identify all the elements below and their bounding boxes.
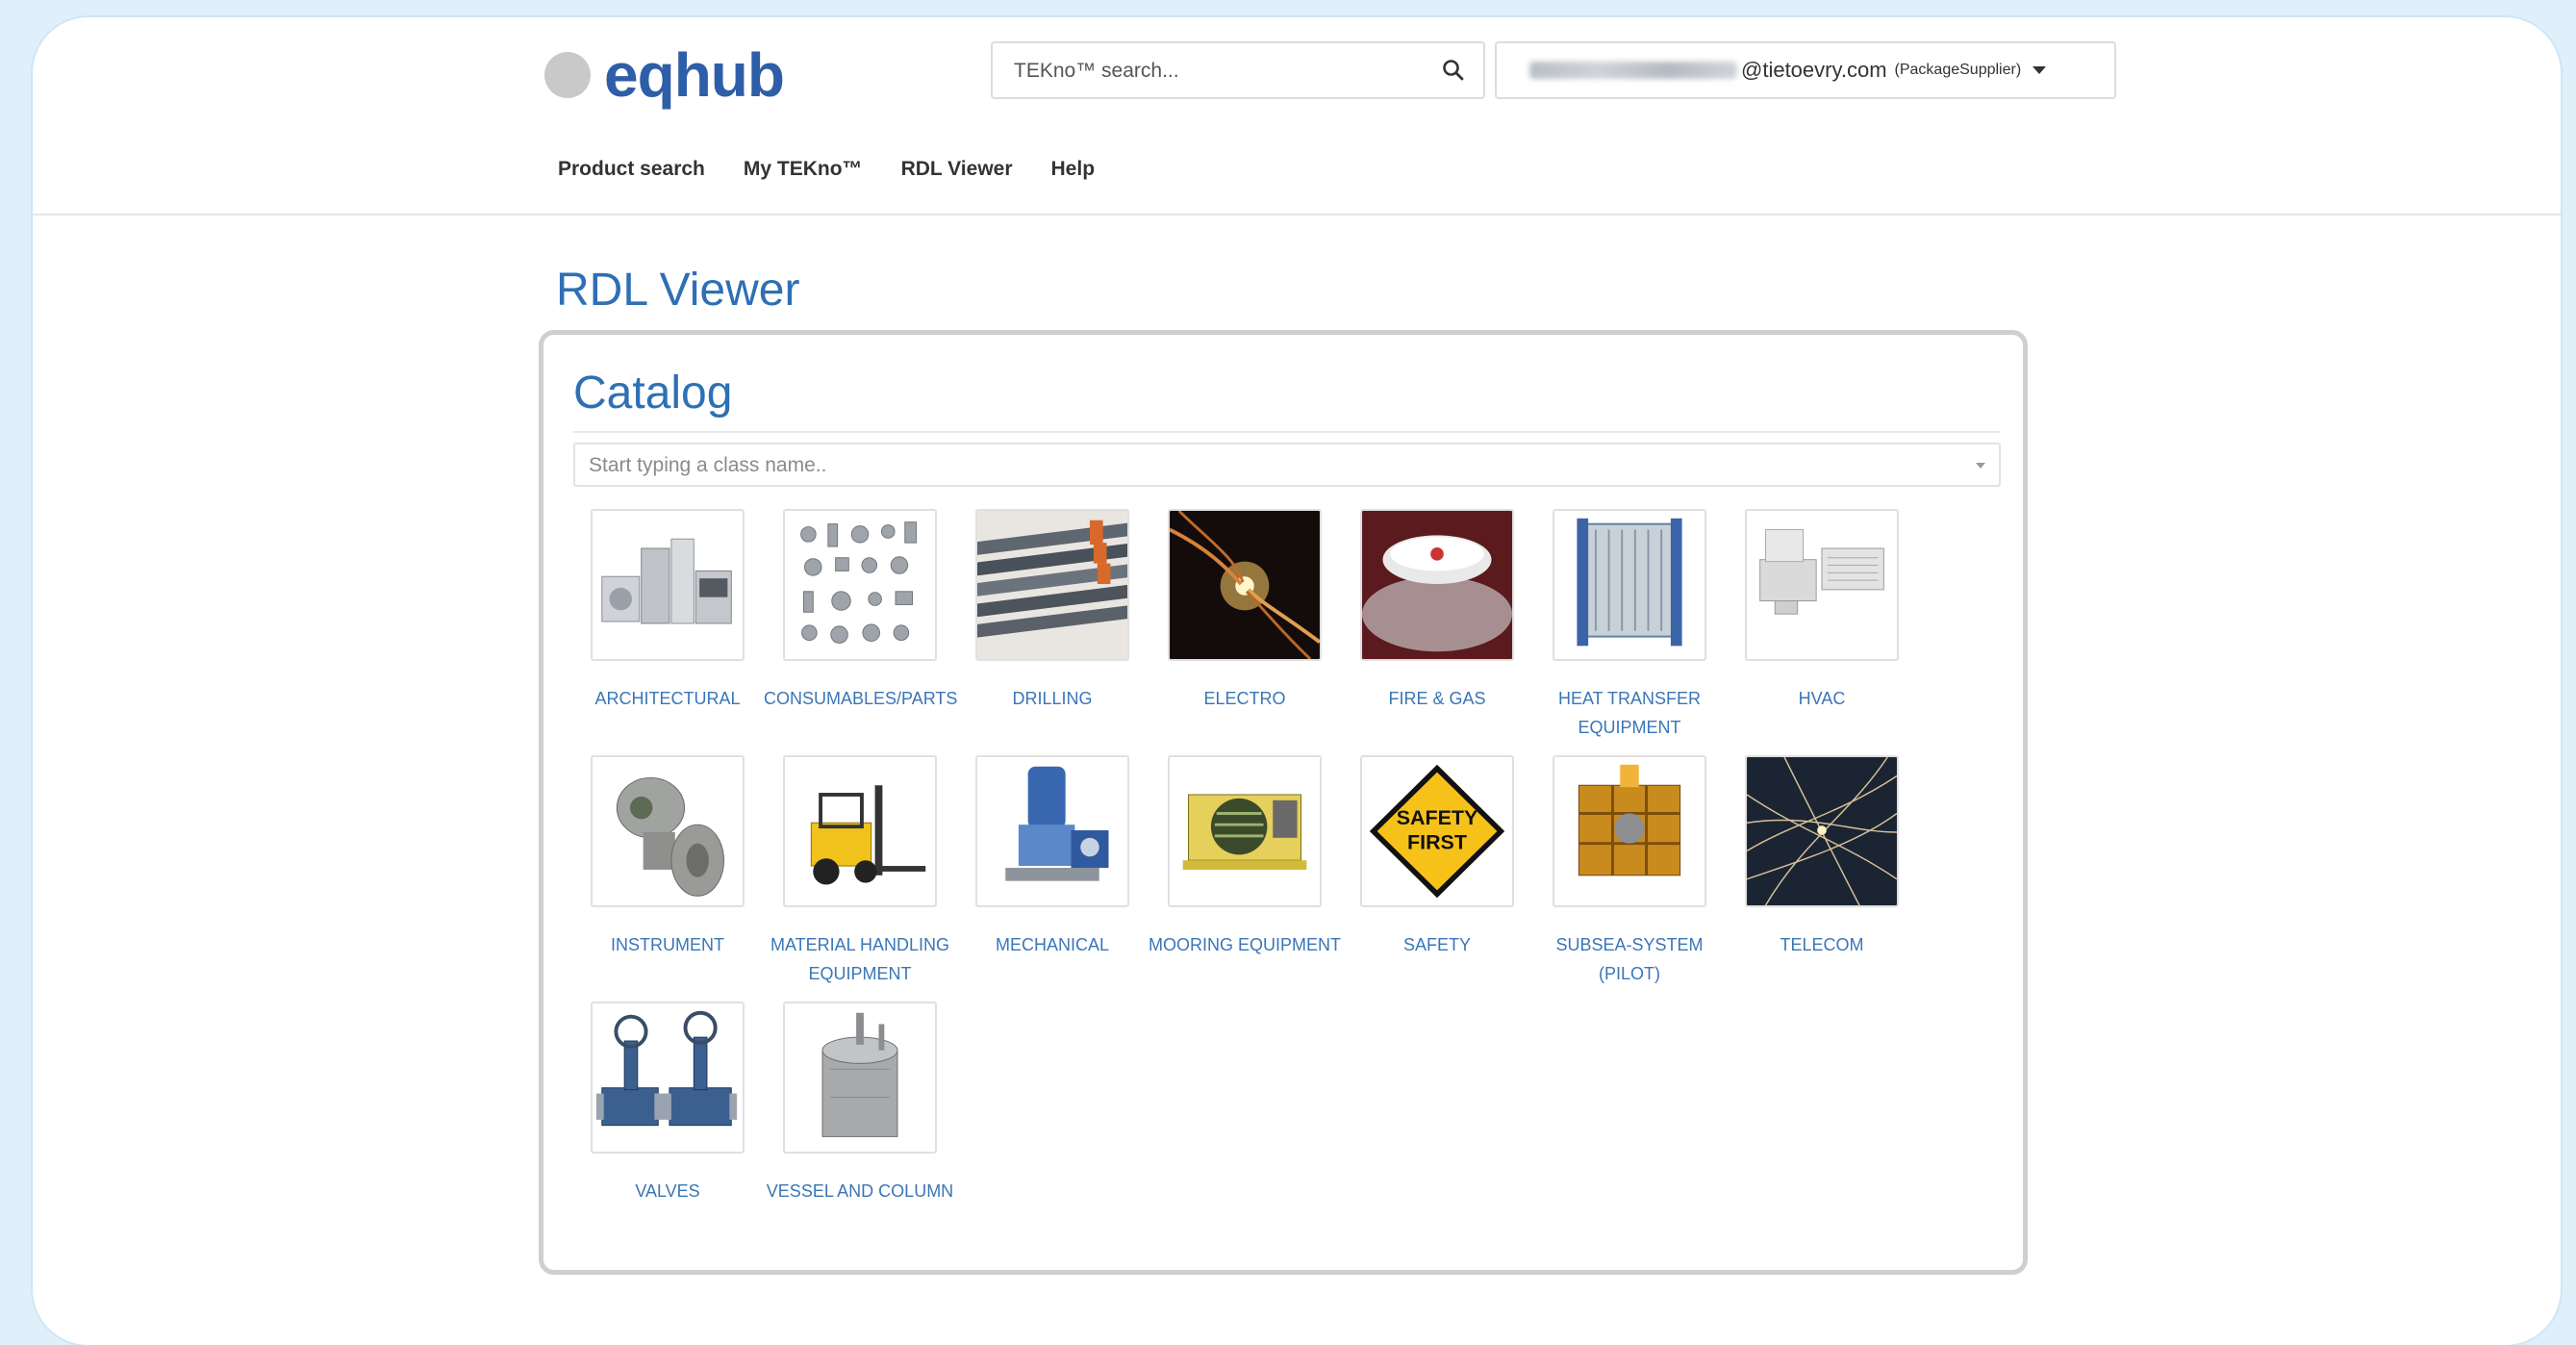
catalog-item-label: MECHANICAL <box>995 935 1110 954</box>
catalog-item-label: HVAC <box>1798 689 1846 708</box>
catalog-item-label: ELECTRO <box>1203 689 1286 708</box>
nav-rdl-viewer[interactable]: RDL Viewer <box>901 158 1013 181</box>
catalog-item-vessel-and-column[interactable]: VESSEL AND COLUMN <box>764 1002 956 1205</box>
catalog-item-label: SAFETY <box>1402 935 1471 954</box>
nav-my-tekno[interactable]: My TEKno™ <box>744 158 863 181</box>
app-window: eqhub @tietoevry.com (PackageSupplier) P… <box>33 17 2561 1345</box>
class-name-select[interactable] <box>573 443 2001 487</box>
valves-image <box>591 1002 745 1154</box>
catalog-item-label: VALVES <box>635 1181 700 1201</box>
smoke-detector-image <box>1360 509 1514 661</box>
catalog-item-mechanical[interactable]: MECHANICAL <box>956 755 1149 959</box>
main-nav: Product search My TEKno™ RDL Viewer Help <box>558 158 1133 181</box>
plate-heat-exchanger-image <box>1553 509 1706 661</box>
nav-help[interactable]: Help <box>1051 158 1096 181</box>
catalog-item-material-handling-equipment[interactable]: MATERIAL HANDLING EQUIPMENT <box>764 755 956 988</box>
catalog-item-hvac[interactable]: HVAC <box>1726 509 1918 713</box>
catalog-item-electro[interactable]: ELECTRO <box>1149 509 1341 713</box>
catalog-item-label: ARCHITECTURAL <box>594 689 741 708</box>
pump-image <box>975 755 1129 907</box>
nav-product-search[interactable]: Product search <box>558 158 705 181</box>
catalog-item-fire-gas[interactable]: FIRE & GAS <box>1341 509 1533 713</box>
user-menu-dropdown[interactable]: @tietoevry.com (PackageSupplier) <box>1495 41 2116 99</box>
tekno-search-input[interactable] <box>1012 43 1420 99</box>
catalog-item-safety[interactable]: SAFETY FIRST SAFETY <box>1341 755 1533 959</box>
tekno-search-box <box>991 41 1485 99</box>
fittings-image <box>783 509 937 661</box>
safety-first-sign-image: SAFETY FIRST <box>1360 755 1514 907</box>
catalog-item-drilling[interactable]: DRILLING <box>956 509 1149 713</box>
user-name-redacted <box>1529 62 1737 79</box>
sign-text-first: FIRST <box>1407 831 1467 854</box>
user-role: (PackageSupplier) <box>1894 62 2022 78</box>
cables-image <box>1168 509 1322 661</box>
winch-image <box>1168 755 1322 907</box>
appliances-image <box>591 509 745 661</box>
catalog-item-label: INSTRUMENT <box>611 935 724 954</box>
catalog-item-label: DRILLING <box>1012 689 1093 708</box>
logo-text: eqhub <box>604 40 785 110</box>
catalog-item-label: MATERIAL HANDLING EQUIPMENT <box>770 935 950 983</box>
catalog-item-label: CONSUMABLES/PARTS <box>764 689 958 708</box>
site-header: eqhub @tietoevry.com (PackageSupplier) P… <box>33 17 2561 216</box>
catalog-item-label: SUBSEA-SYSTEM (PILOT) <box>1555 935 1704 983</box>
transmitter-image <box>591 755 745 907</box>
catalog-item-heat-transfer-equipment[interactable]: HEAT TRANSFER EQUIPMENT <box>1533 509 1726 742</box>
class-name-input[interactable] <box>587 444 1937 487</box>
logo-dot-icon <box>544 52 591 98</box>
page-title: RDL Viewer <box>556 265 800 316</box>
forklift-image <box>783 755 937 907</box>
catalog-item-instrument[interactable]: INSTRUMENT <box>571 755 764 959</box>
catalog-title: Catalog <box>573 368 733 419</box>
catalog-item-label: MOORING EQUIPMENT <box>1149 935 1342 954</box>
catalog-item-mooring-equipment[interactable]: MOORING EQUIPMENT <box>1149 755 1341 959</box>
drill-pipes-image <box>975 509 1129 661</box>
network-lines-image <box>1745 755 1899 907</box>
subsea-module-image <box>1553 755 1706 907</box>
chevron-down-icon[interactable] <box>1976 463 1985 469</box>
catalog-item-valves[interactable]: VALVES <box>571 1002 764 1205</box>
divider <box>573 431 2001 433</box>
chevron-down-icon <box>2033 66 2047 74</box>
catalog-item-label: VESSEL AND COLUMN <box>766 1181 954 1201</box>
catalog-item-architectural[interactable]: ARCHITECTURAL <box>571 509 764 713</box>
sign-text-safety: SAFETY <box>1397 806 1478 829</box>
catalog-item-label: TELECOM <box>1780 935 1864 954</box>
search-icon[interactable] <box>1441 58 1466 83</box>
eqhub-logo[interactable]: eqhub <box>544 40 785 110</box>
pressure-vessel-image <box>783 1002 937 1154</box>
catalog-item-label: HEAT TRANSFER EQUIPMENT <box>1557 689 1702 737</box>
user-email-domain: @tietoevry.com <box>1741 58 1887 82</box>
catalog-item-telecom[interactable]: TELECOM <box>1726 755 1918 959</box>
catalog-item-subsea-system-pilot[interactable]: SUBSEA-SYSTEM (PILOT) <box>1533 755 1726 988</box>
hvac-unit-image <box>1745 509 1899 661</box>
catalog-item-consumables-parts[interactable]: CONSUMABLES/PARTS <box>764 509 958 713</box>
catalog-item-label: FIRE & GAS <box>1388 689 1486 708</box>
catalog-panel: Catalog ARCHITECTURAL <box>539 330 2028 1275</box>
